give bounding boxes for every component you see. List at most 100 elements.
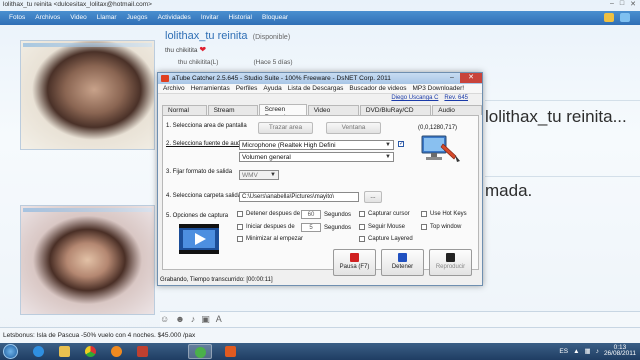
compose-icons: ☺ ☻ ♪ ▣ A — [160, 313, 222, 325]
message-sender: thu chikitita(L) — [178, 59, 219, 66]
nudge-icon[interactable]: ♪ — [191, 314, 196, 324]
taskbar-app[interactable] — [130, 344, 154, 359]
step2-label: 2. Selecciona fuente de audio — [166, 141, 246, 147]
tab-video-converter[interactable]: Video Converter — [307, 105, 359, 122]
recording-status: Grabando, Tiempo transcurrido: [00:00:11… — [160, 277, 273, 283]
volume-icon[interactable]: ♪ — [596, 348, 599, 355]
menu-bloquear[interactable]: Bloquear — [257, 12, 293, 24]
menu-actividades[interactable]: Actividades — [153, 12, 196, 24]
seconds-label: Segundos — [324, 212, 352, 218]
window-button[interactable]: Ventana — [326, 122, 381, 134]
hot-keys-checkbox[interactable]: Use Hot Keys — [421, 211, 467, 217]
taskbar-atube[interactable] — [218, 344, 242, 359]
app-icon — [136, 346, 148, 357]
pause-button[interactable]: Pausa (F7) — [333, 249, 376, 276]
play-button[interactable]: Reproducir — [429, 249, 472, 276]
menu-archivo[interactable]: Archivo — [160, 84, 188, 93]
taskbar-messenger[interactable] — [188, 344, 212, 359]
minimize-checkbox[interactable]: Minimizar al empezar — [237, 236, 303, 242]
capture-cursor-checkbox[interactable]: Capturar cursor — [359, 211, 410, 217]
chrome-icon — [84, 346, 96, 357]
menu-perfiles[interactable]: Perfiles — [233, 84, 261, 93]
maximize-icon[interactable]: □ — [620, 0, 624, 9]
capture-layered-checkbox[interactable]: Capture Layered — [359, 236, 413, 242]
menu-ayuda[interactable]: Ayuda — [260, 84, 284, 93]
top-window-checkbox[interactable]: Top window — [421, 224, 461, 230]
menu-invitar[interactable]: Invitar — [196, 12, 224, 24]
tab-audio-recorder[interactable]: Audio Recorder — [432, 105, 482, 122]
options-icon[interactable] — [620, 13, 630, 22]
format-select[interactable]: WMV ▼ — [239, 170, 279, 180]
menu-llamar[interactable]: Llamar — [92, 12, 122, 24]
contact-status: (Disponible) — [252, 34, 291, 41]
output-folder-input[interactable]: C:\Users\anabella\Pictures\mayito\ — [239, 192, 359, 202]
atube-title-text: aTube Catcher 2.5.645 - Studio Suite - 1… — [172, 75, 391, 82]
stop-after-checkbox[interactable]: Detener despues de — [237, 211, 300, 217]
taskbar-mediaplayer[interactable] — [104, 344, 128, 359]
audio-device-select[interactable]: Microphone (Realtek High Defini ▼ — [239, 140, 394, 150]
wink-icon[interactable]: ☻ — [175, 314, 184, 324]
network-icon[interactable]: ▦ — [585, 347, 591, 355]
taskbar: ES ▲ ▦ ♪ 0:13 26/08/2011 — [0, 343, 640, 360]
menu-video[interactable]: Video — [65, 12, 92, 24]
chat-message: lolithax_tu reinita... — [485, 107, 627, 126]
menu-juegos[interactable]: Juegos — [122, 12, 153, 24]
atube-window-controls: ‒ ✕ — [444, 73, 482, 83]
font-icon[interactable]: A — [216, 314, 222, 324]
play-icon — [446, 253, 455, 262]
close-icon[interactable]: ✕ — [460, 73, 482, 83]
emoticon-icon[interactable]: ☺ — [160, 314, 169, 324]
start-after-seconds[interactable]: 5 — [301, 223, 321, 232]
messenger-status-bar: Letsbonus: Isla de Pascua -50% vuelo con… — [0, 327, 640, 343]
menu-buscador-videos[interactable]: Buscador de videos — [346, 84, 409, 93]
start-button[interactable] — [3, 344, 18, 359]
tab-screen-record[interactable]: Screen Record — [258, 104, 307, 121]
follow-mouse-checkbox[interactable]: Seguir Mouse — [359, 224, 405, 230]
menu-archivos[interactable]: Archivos — [30, 12, 65, 24]
capture-coords: (0,0,1280,717) — [418, 125, 458, 131]
revision-link[interactable]: Rev. 645 — [444, 95, 468, 101]
start-after-checkbox[interactable]: Iniciar despues de — [237, 224, 295, 230]
stop-button[interactable]: Detener — [381, 249, 424, 276]
messenger-menu: Fotos Archivos Video Llamar Juegos Activ… — [0, 12, 640, 24]
seconds-label: Segundos — [324, 225, 352, 231]
close-icon[interactable]: ✕ — [630, 0, 636, 9]
chat-message: mada. — [485, 181, 533, 200]
menu-historial[interactable]: Historial — [224, 12, 257, 24]
clock[interactable]: 0:13 26/08/2011 — [603, 344, 636, 357]
screen-record-panel: 1. Selecciona area de pantalla Trazar ar… — [162, 115, 479, 276]
audio-enable-checkbox[interactable]: ✓ — [398, 141, 404, 147]
menu-mp3-downloader[interactable]: MP3 Downloader! — [409, 84, 467, 93]
ad-banner-text[interactable]: Letsbonus: Isla de Pascua -50% vuelo con… — [3, 332, 195, 339]
volume-select[interactable]: Volumen general ▼ — [239, 152, 394, 162]
emoticon-icon[interactable] — [604, 13, 614, 22]
compose-toolbar — [160, 311, 640, 327]
tab-dvd-creator[interactable]: DVD/BluRay/CD Creator — [359, 105, 432, 122]
atube-tabs: Normal mode Stream Catcher Screen Record… — [162, 104, 482, 122]
taskbar-chrome[interactable] — [78, 344, 102, 359]
image-icon[interactable]: ▣ — [201, 314, 210, 325]
contact-name[interactable]: lolithax_tu reinita — [165, 30, 248, 42]
taskbar-ie[interactable] — [26, 344, 50, 359]
menu-fotos[interactable]: Fotos — [4, 12, 30, 24]
language-indicator[interactable]: ES — [559, 348, 568, 355]
atube-catcher-window: aTube Catcher 2.5.645 - Studio Suite - 1… — [157, 72, 483, 286]
atube-titlebar: aTube Catcher 2.5.645 - Studio Suite - 1… — [158, 73, 482, 84]
media-player-icon — [110, 346, 122, 357]
menu-herramientas[interactable]: Herramientas — [188, 84, 233, 93]
minimize-icon[interactable]: ‒ — [610, 0, 614, 9]
taskbar-explorer[interactable] — [52, 344, 76, 359]
step4-label: 4. Selecciona carpeta salida — [166, 193, 242, 199]
stop-after-seconds[interactable]: 60 — [301, 210, 321, 219]
divider — [485, 176, 640, 177]
minimize-icon[interactable]: ‒ — [444, 73, 460, 83]
donate-link[interactable]: Diego Uscanga C — [391, 95, 438, 101]
browse-button[interactable]: ... — [364, 191, 382, 203]
menu-lista-descargas[interactable]: Lista de Descargas — [285, 84, 347, 93]
clock-date: 26/08/2011 — [603, 350, 636, 357]
tab-stream-catcher[interactable]: Stream Catcher — [207, 105, 258, 122]
tab-normal-mode[interactable]: Normal mode — [162, 105, 207, 122]
tray-arrow-icon[interactable]: ▲ — [573, 348, 579, 355]
atube-links: Diego Uscanga C Rev. 645 — [391, 95, 468, 101]
draw-area-button[interactable]: Trazar area — [258, 122, 313, 134]
